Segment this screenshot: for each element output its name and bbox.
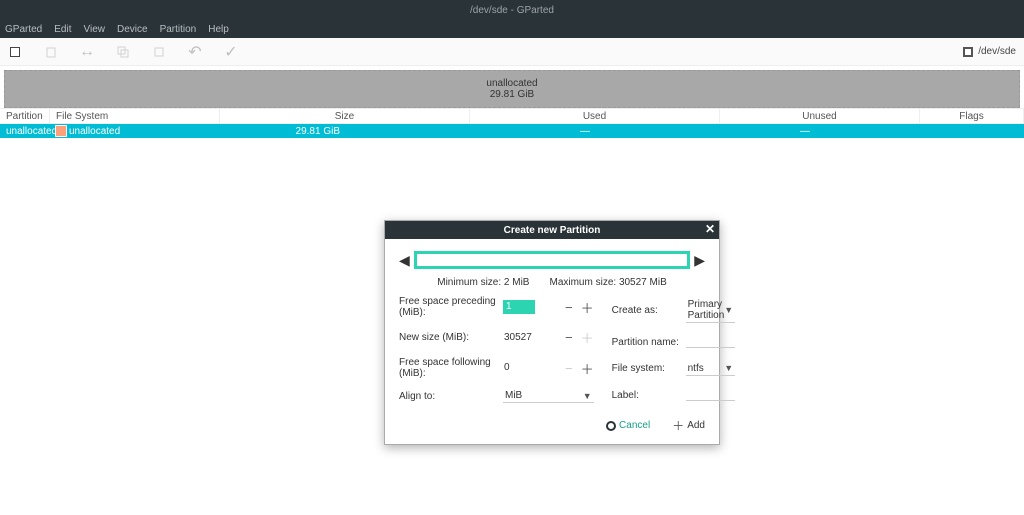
col-unused: Unused — [720, 109, 920, 123]
resize-icon[interactable]: ↔ — [80, 45, 94, 59]
window-title: /dev/sde - GParted — [470, 5, 554, 16]
device-icon — [963, 47, 973, 57]
align-dropdown[interactable]: MiB ▼ — [503, 389, 594, 403]
dialog-title-text: Create new Partition — [504, 225, 601, 236]
filesystem-label: File system: — [612, 363, 680, 374]
col-partition: Partition — [0, 109, 50, 123]
newsize-plus-icon[interactable]: ＋ — [581, 328, 594, 347]
newsize-input[interactable]: 30527 — [503, 331, 535, 345]
newsize-label: New size (MiB): — [399, 332, 497, 343]
window-titlebar: /dev/sde - GParted — [0, 0, 1024, 20]
create-as-dropdown[interactable]: Primary Partition ▼ — [686, 298, 736, 323]
dialog-buttons: Cancel ＋ Add — [399, 417, 705, 434]
menu-edit[interactable]: Edit — [54, 24, 71, 35]
size-range: Minimum size: 2 MiB Maximum size: 30527 … — [399, 277, 705, 288]
partition-name-label: Partition name: — [612, 337, 680, 348]
create-as-label: Create as: — [612, 305, 680, 316]
disk-viz-label: unallocated — [486, 78, 537, 89]
row-partition: unallocated — [0, 126, 50, 137]
new-partition-icon[interactable] — [8, 45, 22, 59]
following-input[interactable]: 0 — [503, 361, 535, 375]
plus-icon: ＋ — [672, 417, 684, 434]
disk-visualization[interactable]: unallocated 29.81 GiB — [4, 70, 1020, 108]
row-size: 29.81 GiB — [220, 126, 470, 137]
apply-icon[interactable]: ✓ — [224, 45, 238, 59]
partition-name-input[interactable] — [686, 336, 736, 348]
col-filesystem: File System — [50, 109, 220, 123]
col-flags: Flags — [920, 109, 1024, 123]
fs-swatch-icon — [56, 126, 66, 136]
filesystem-dropdown[interactable]: ntfs ▼ — [686, 362, 736, 376]
row-used: — — [470, 126, 720, 137]
slider-track[interactable] — [414, 251, 690, 269]
partition-row[interactable]: unallocated unallocated 29.81 GiB — — — [0, 124, 1024, 138]
slider-left-icon[interactable]: ◀ — [399, 252, 410, 269]
chevron-down-icon: ▼ — [724, 363, 733, 373]
min-size-label: Minimum size: 2 MiB — [437, 277, 529, 288]
disk-viz-size: 29.81 GiB — [490, 89, 534, 100]
cancel-icon — [606, 421, 616, 431]
preceding-plus-icon[interactable]: ＋ — [581, 298, 594, 317]
following-label: Free space following (MiB): — [399, 357, 497, 379]
toolbar: ↔ ↶ ✓ /dev/sde — [0, 38, 1024, 66]
preceding-input[interactable]: 1 — [503, 300, 535, 314]
row-fs: unallocated — [50, 126, 220, 137]
label-label: Label: — [612, 390, 680, 401]
following-minus-icon[interactable]: − — [565, 361, 573, 376]
col-used: Used — [470, 109, 720, 123]
add-button[interactable]: ＋ Add — [672, 417, 705, 434]
device-selector[interactable]: /dev/sde — [963, 46, 1016, 57]
dialog-titlebar[interactable]: Create new Partition ✕ — [385, 221, 719, 239]
preceding-minus-icon[interactable]: − — [565, 300, 573, 315]
cancel-button[interactable]: Cancel — [606, 417, 650, 434]
menu-gparted[interactable]: GParted — [5, 24, 42, 35]
menu-help[interactable]: Help — [208, 24, 229, 35]
row-unused: — — [720, 126, 920, 137]
partition-table-header: Partition File System Size Used Unused F… — [0, 108, 1024, 124]
menu-view[interactable]: View — [83, 24, 105, 35]
align-label: Align to: — [399, 391, 497, 402]
col-size: Size — [220, 109, 470, 123]
menu-device[interactable]: Device — [117, 24, 148, 35]
following-plus-icon[interactable]: ＋ — [581, 359, 594, 378]
toolbar-left: ↔ ↶ ✓ — [8, 45, 238, 59]
menu-partition[interactable]: Partition — [160, 24, 197, 35]
preceding-label: Free space preceding (MiB): — [399, 296, 497, 318]
copy-icon[interactable] — [116, 45, 130, 59]
device-selector-label: /dev/sde — [978, 46, 1016, 57]
chevron-down-icon: ▼ — [583, 391, 592, 401]
paste-icon[interactable] — [152, 45, 166, 59]
newsize-minus-icon[interactable]: − — [565, 330, 573, 345]
create-partition-dialog: Create new Partition ✕ ◀ ▶ Minimum size:… — [384, 220, 720, 445]
delete-icon[interactable] — [44, 45, 58, 59]
size-slider[interactable]: ◀ ▶ — [399, 249, 705, 271]
max-size-label: Maximum size: 30527 MiB — [549, 277, 666, 288]
undo-icon[interactable]: ↶ — [188, 45, 202, 59]
close-icon[interactable]: ✕ — [705, 222, 715, 236]
menubar: GParted Edit View Device Partition Help — [0, 20, 1024, 38]
slider-right-icon[interactable]: ▶ — [694, 252, 705, 269]
label-input[interactable] — [686, 389, 736, 401]
chevron-down-icon: ▼ — [724, 305, 733, 315]
